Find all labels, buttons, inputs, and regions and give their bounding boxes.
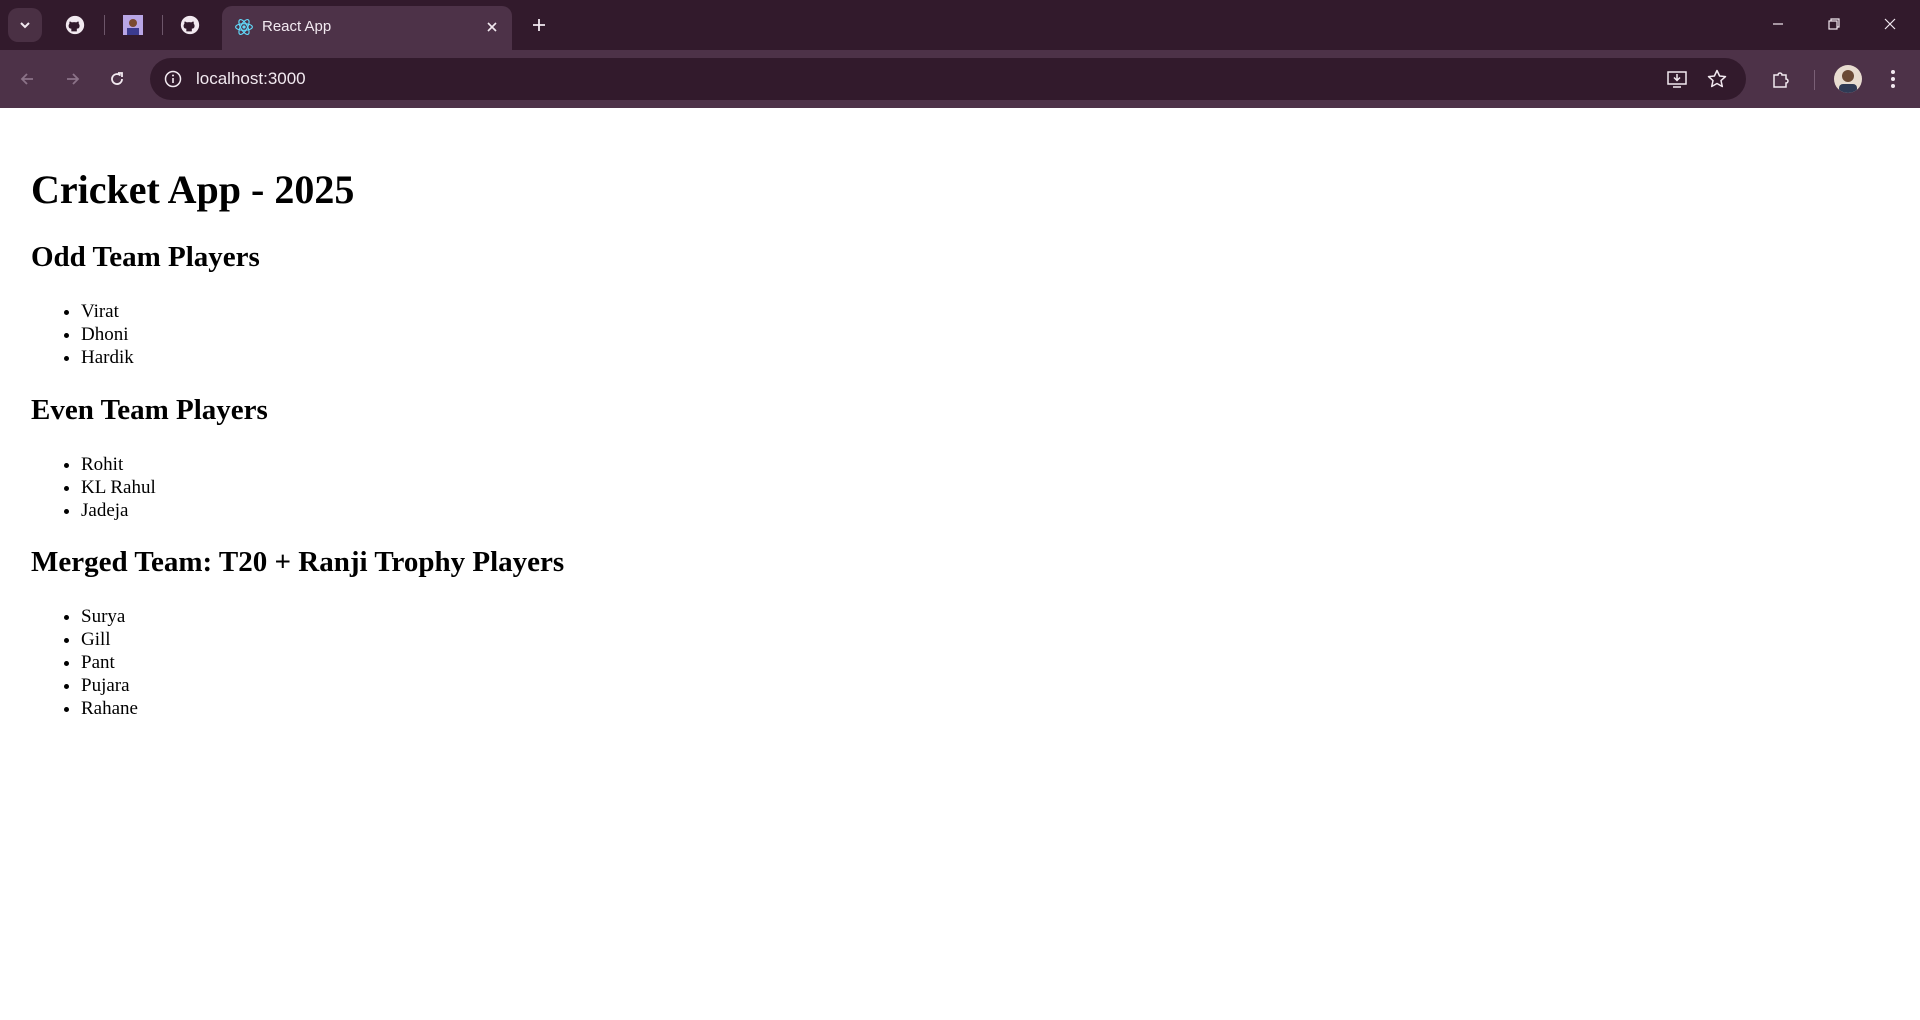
github-icon: [65, 15, 85, 35]
list-item: Jadeja: [81, 499, 156, 522]
restore-icon: [1828, 18, 1840, 30]
profile-favicon-icon: [123, 15, 143, 35]
github-icon: [180, 15, 200, 35]
back-button[interactable]: [10, 62, 44, 96]
pinned-tab-profile[interactable]: [118, 10, 148, 40]
new-tab-button[interactable]: [524, 10, 554, 40]
list-item: Pant: [81, 651, 138, 674]
site-info-icon[interactable]: [162, 68, 184, 90]
tab-close-button[interactable]: [482, 17, 502, 37]
avatar-icon: [1839, 70, 1857, 93]
tab-strip: React App: [0, 0, 1920, 50]
list-item: Rohit: [81, 453, 156, 476]
list-item: Hardik: [81, 346, 134, 369]
minimize-button[interactable]: [1750, 0, 1806, 48]
list-item: Rahane: [81, 697, 138, 720]
url-text: localhost:3000: [196, 69, 306, 88]
puzzle-icon: [1773, 72, 1789, 88]
odd-team-list: Virat Dhoni Hardik: [31, 300, 134, 369]
list-item: Dhoni: [81, 323, 134, 346]
close-icon: [487, 22, 497, 32]
merged-team-list: Surya Gill Pant Pujara Rahane: [31, 605, 138, 720]
list-item: KL Rahul: [81, 476, 156, 499]
page-viewport: Cricket App - 2025 Odd Team Players Vira…: [0, 108, 1920, 1020]
odd-team-heading: Odd Team Players: [31, 241, 260, 273]
toolbar-separator: [1814, 70, 1815, 90]
tab-separator: [104, 15, 105, 35]
plus-icon: [533, 19, 545, 31]
profile-avatar[interactable]: [1834, 65, 1862, 93]
list-item: Surya: [81, 605, 138, 628]
tab-react-app[interactable]: React App: [222, 6, 512, 50]
reload-button[interactable]: [100, 62, 134, 96]
browser-menu-button[interactable]: [1876, 62, 1910, 96]
list-item: Virat: [81, 300, 134, 323]
even-team-list: Rohit KL Rahul Jadeja: [31, 453, 156, 522]
more-vertical-icon: [1891, 70, 1895, 88]
react-icon: [235, 19, 253, 35]
even-team-heading: Even Team Players: [31, 394, 268, 426]
list-item: Gill: [81, 628, 138, 651]
forward-button[interactable]: [56, 62, 90, 96]
chevron-down-icon: [20, 22, 30, 29]
arrow-right-icon: [67, 73, 80, 85]
restore-button[interactable]: [1806, 0, 1862, 48]
address-bar[interactable]: localhost:3000: [150, 58, 1746, 100]
reload-icon: [111, 72, 123, 85]
install-app-icon[interactable]: [1666, 68, 1688, 90]
tab-separator: [162, 15, 163, 35]
close-window-button[interactable]: [1862, 0, 1918, 48]
extensions-button[interactable]: [1764, 62, 1798, 96]
tab-title: React App: [262, 18, 332, 35]
pinned-tab-github-2[interactable]: [175, 10, 205, 40]
tab-search-button[interactable]: [8, 8, 42, 42]
pinned-tab-github[interactable]: [60, 10, 90, 40]
page-title: Cricket App - 2025: [31, 167, 355, 212]
bookmark-star-icon[interactable]: [1706, 68, 1728, 90]
minimize-icon: [1773, 23, 1783, 25]
arrow-left-icon: [20, 73, 33, 85]
close-icon: [1884, 18, 1896, 30]
merged-team-heading: Merged Team: T20 + Ranji Trophy Players: [31, 546, 565, 578]
list-item: Pujara: [81, 674, 138, 697]
browser-toolbar: localhost:3000: [0, 50, 1920, 108]
